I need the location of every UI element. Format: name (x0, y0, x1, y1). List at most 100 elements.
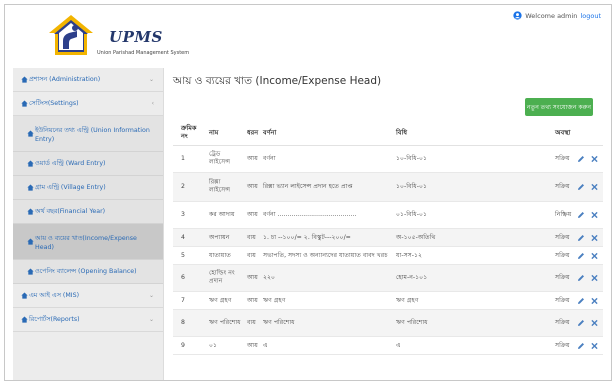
cell-status: সক্রিয় (555, 296, 570, 304)
cell-rule: অ-১০৫-অতিথি (396, 233, 436, 241)
sidebar-item-label: অর্থ বছর(Financial Year) (35, 208, 106, 215)
app-subtitle: Union Parishad Management System (97, 50, 190, 56)
cell-name: যাতায়াত (209, 251, 231, 259)
welcome-text: Welcome admin (525, 11, 578, 20)
home-icon (21, 292, 28, 299)
cell-status: সক্রিয় (555, 341, 570, 349)
sidebar-item-village-entry[interactable]: গ্রাম এন্ট্রি (Village Entry) (13, 176, 163, 200)
header: UPMS Union Parishad Management System We… (5, 5, 611, 67)
cell-serial: 3 (181, 210, 185, 218)
chevron-down-icon: ⌄ (148, 316, 154, 323)
cell-status: সক্রিয় (555, 251, 570, 259)
table-row: 2 রিক্সা লাইসেন্স আয় রিক্সা ভ্যান লাইসে… (173, 173, 603, 202)
user-icon (513, 11, 522, 20)
home-icon (21, 316, 28, 323)
cell-status: সক্রিয় (555, 273, 570, 281)
edit-icon[interactable] (577, 252, 585, 260)
home-icon (27, 130, 34, 137)
table-row: 4 অপ্যায়ন ব্যয় ১. চা --১০০/= ২. বিস্কু… (173, 229, 603, 247)
cell-serial: 6 (181, 273, 185, 281)
cell-status: সক্রিয় (555, 154, 570, 162)
home-icon (21, 100, 28, 107)
sidebar: প্রশাসন (Administration) ⌄ সেটিংস(Settin… (13, 68, 164, 380)
cell-name: ট্রেড লাইসেন্স (209, 150, 231, 166)
cell-type: আয় (247, 210, 258, 218)
sidebar-item-financial-year[interactable]: অর্থ বছর(Financial Year) (13, 200, 163, 224)
table-row: 1 ট্রেড লাইসেন্স আয় বর্ণনা ১০-বিধি-০১ স… (173, 146, 603, 173)
edit-icon[interactable] (577, 183, 585, 191)
app-window: UPMS Union Parishad Management System We… (4, 4, 612, 381)
add-new-button[interactable]: নতুন তথ্য সংযোজন করুন (525, 98, 593, 116)
edit-icon[interactable] (577, 319, 585, 327)
home-icon (27, 268, 34, 275)
sidebar-item-opening-balance[interactable]: ওপেনিং ব্যালেন্স (Opening Balance) (13, 260, 163, 284)
cell-name: হোল্ডিং নং প্রদান (209, 269, 235, 285)
delete-icon[interactable] (591, 211, 598, 219)
cell-name: ঋণ গ্রহণ (209, 296, 232, 304)
cell-name: রিক্সা লাইসেন্স (209, 178, 231, 194)
sidebar-item-label: ওয়ার্ড এন্ট্রি (Ward Entry) (35, 160, 106, 167)
sidebar-item-label: রিপোর্টস(Reports) (29, 316, 80, 323)
cell-type: ব্যয় (247, 233, 256, 241)
sidebar-item-label: ওপেনিং ব্যালেন্স (Opening Balance) (35, 268, 137, 275)
sidebar-item-reports[interactable]: রিপোর্টস(Reports) ⌄ (13, 308, 163, 332)
sidebar-item-label: গ্রাম এন্ট্রি (Village Entry) (35, 184, 106, 191)
cell-type: ব্যয় (247, 318, 256, 326)
col-description: বর্ণনা (263, 128, 277, 137)
edit-icon[interactable] (577, 274, 585, 282)
cell-rule: ১০-বিধি-০১ (396, 154, 427, 162)
delete-icon[interactable] (591, 319, 598, 327)
cell-name: ০১ (209, 341, 218, 349)
cell-type: আয় (247, 182, 258, 190)
sidebar-item-settings[interactable]: সেটিংস(Settings) ‹ (13, 92, 163, 116)
table-row: 8 ঋণ পরিশোধ ব্যয় ঋণ পরিশোধ ঋণ পরিশোধ সক… (173, 310, 603, 337)
edit-icon[interactable] (577, 155, 585, 163)
table-row: 6 হোল্ডিং নং প্রদান আয় ২২০ হোম-ন-১০১ সক… (173, 265, 603, 292)
cell-status: সক্রিয় (555, 318, 570, 326)
sidebar-item-label: আয় ও ব্যয়ের খাত(Income/Expense Head) (35, 234, 137, 251)
delete-icon[interactable] (591, 297, 598, 304)
sidebar-item-label: এম আই এস (MIS) (29, 292, 80, 299)
cell-type: আয় (247, 341, 258, 349)
sidebar-item-income-expense-head[interactable]: আয় ও ব্যয়ের খাত(Income/Expense Head) (13, 224, 163, 260)
cell-description: এ (263, 341, 268, 349)
upms-logo-icon (49, 15, 93, 55)
cell-name: ঋণ পরিশোধ (209, 318, 241, 326)
sidebar-item-label: প্রশাসন (Administration) (29, 76, 101, 83)
cell-rule: ১০-বিধি-০১ (396, 182, 427, 190)
delete-icon[interactable] (591, 252, 598, 259)
cell-serial: 1 (181, 154, 185, 162)
edit-icon[interactable] (577, 234, 585, 242)
home-icon (27, 208, 34, 215)
cell-serial: 8 (181, 318, 185, 326)
user-welcome: Welcome admin logout (513, 11, 601, 20)
app-name: UPMS (109, 28, 163, 46)
cell-status: সক্রিয় (555, 182, 570, 190)
sidebar-item-mis[interactable]: এম আই এস (MIS) ⌄ (13, 284, 163, 308)
delete-icon[interactable] (591, 274, 598, 282)
table-row: 7 ঋণ গ্রহণ আয় ঋণ গ্রহণ ঋণ গ্রহণ সক্রিয় (173, 292, 603, 310)
sidebar-item-ward-entry[interactable]: ওয়ার্ড এন্ট্রি (Ward Entry) (13, 152, 163, 176)
sidebar-item-union-info[interactable]: ইউনিয়নের তথ্য এন্ট্রি (Union Informatio… (13, 116, 163, 152)
sidebar-item-label: সেটিংস(Settings) (29, 100, 79, 107)
edit-icon[interactable] (577, 297, 585, 305)
col-status: অবস্থা (555, 128, 571, 137)
delete-icon[interactable] (591, 342, 598, 349)
sidebar-item-administration[interactable]: প্রশাসন (Administration) ⌄ (13, 68, 163, 92)
delete-icon[interactable] (591, 183, 598, 191)
col-serial: ক্রমিক নং (181, 123, 197, 141)
cell-rule: ঋণ পরিশোধ (396, 318, 428, 326)
edit-icon[interactable] (577, 211, 585, 219)
chevron-down-icon: ⌄ (148, 76, 154, 83)
logout-link[interactable]: logout (580, 12, 601, 20)
home-icon (27, 238, 34, 245)
table-row: 9 ০১ আয় এ এ সক্রিয় (173, 337, 603, 355)
edit-icon[interactable] (577, 342, 585, 350)
delete-icon[interactable] (591, 155, 598, 163)
cell-type: আয় (247, 296, 258, 304)
cell-serial: 7 (181, 296, 185, 304)
cell-status: নিষ্ক্রিয় (555, 210, 572, 218)
delete-icon[interactable] (591, 234, 598, 241)
cell-rule: হোম-ন-১০১ (396, 273, 428, 281)
cell-type: ব্যয় (247, 251, 256, 259)
